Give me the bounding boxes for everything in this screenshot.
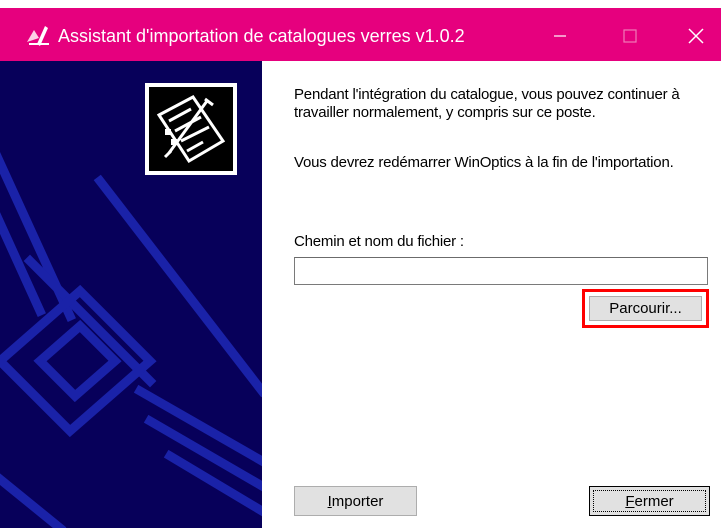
- wizard-sidebar: [0, 61, 262, 528]
- browse-button[interactable]: Parcourir...: [589, 296, 702, 321]
- maximize-button[interactable]: [606, 16, 654, 56]
- file-path-input[interactable]: [294, 257, 708, 285]
- restart-notice: Vous devrez redémarrer WinOptics à la fi…: [294, 154, 674, 171]
- minimize-button[interactable]: [536, 16, 584, 56]
- close-mnemonic: F: [625, 492, 635, 510]
- browse-highlight: Parcourir...: [582, 289, 709, 328]
- wizard-emblem: [145, 83, 237, 175]
- info-paragraph: Pendant l'intégration du catalogue, vous…: [294, 86, 680, 121]
- title-bar[interactable]: Assistant d'importation de catalogues ve…: [0, 8, 721, 61]
- maximize-icon: [623, 29, 637, 43]
- file-path-label: Chemin et nom du fichier :: [294, 233, 464, 250]
- app-icon: [27, 26, 49, 46]
- window-top-edge: [0, 0, 721, 8]
- close-icon: [688, 28, 704, 44]
- document-pen-icon: [156, 95, 226, 164]
- close-button-focus: Fermer: [593, 490, 706, 512]
- import-label: mporter: [331, 492, 384, 510]
- minimize-icon: [554, 35, 566, 37]
- window-title: Assistant d'importation de catalogues ve…: [58, 26, 465, 46]
- close-window-button[interactable]: [672, 16, 720, 56]
- close-label: ermer: [634, 492, 674, 510]
- close-button[interactable]: Fermer: [589, 486, 710, 516]
- import-button[interactable]: Importer: [294, 486, 417, 516]
- wizard-content: Pendant l'intégration du catalogue, vous…: [262, 61, 721, 528]
